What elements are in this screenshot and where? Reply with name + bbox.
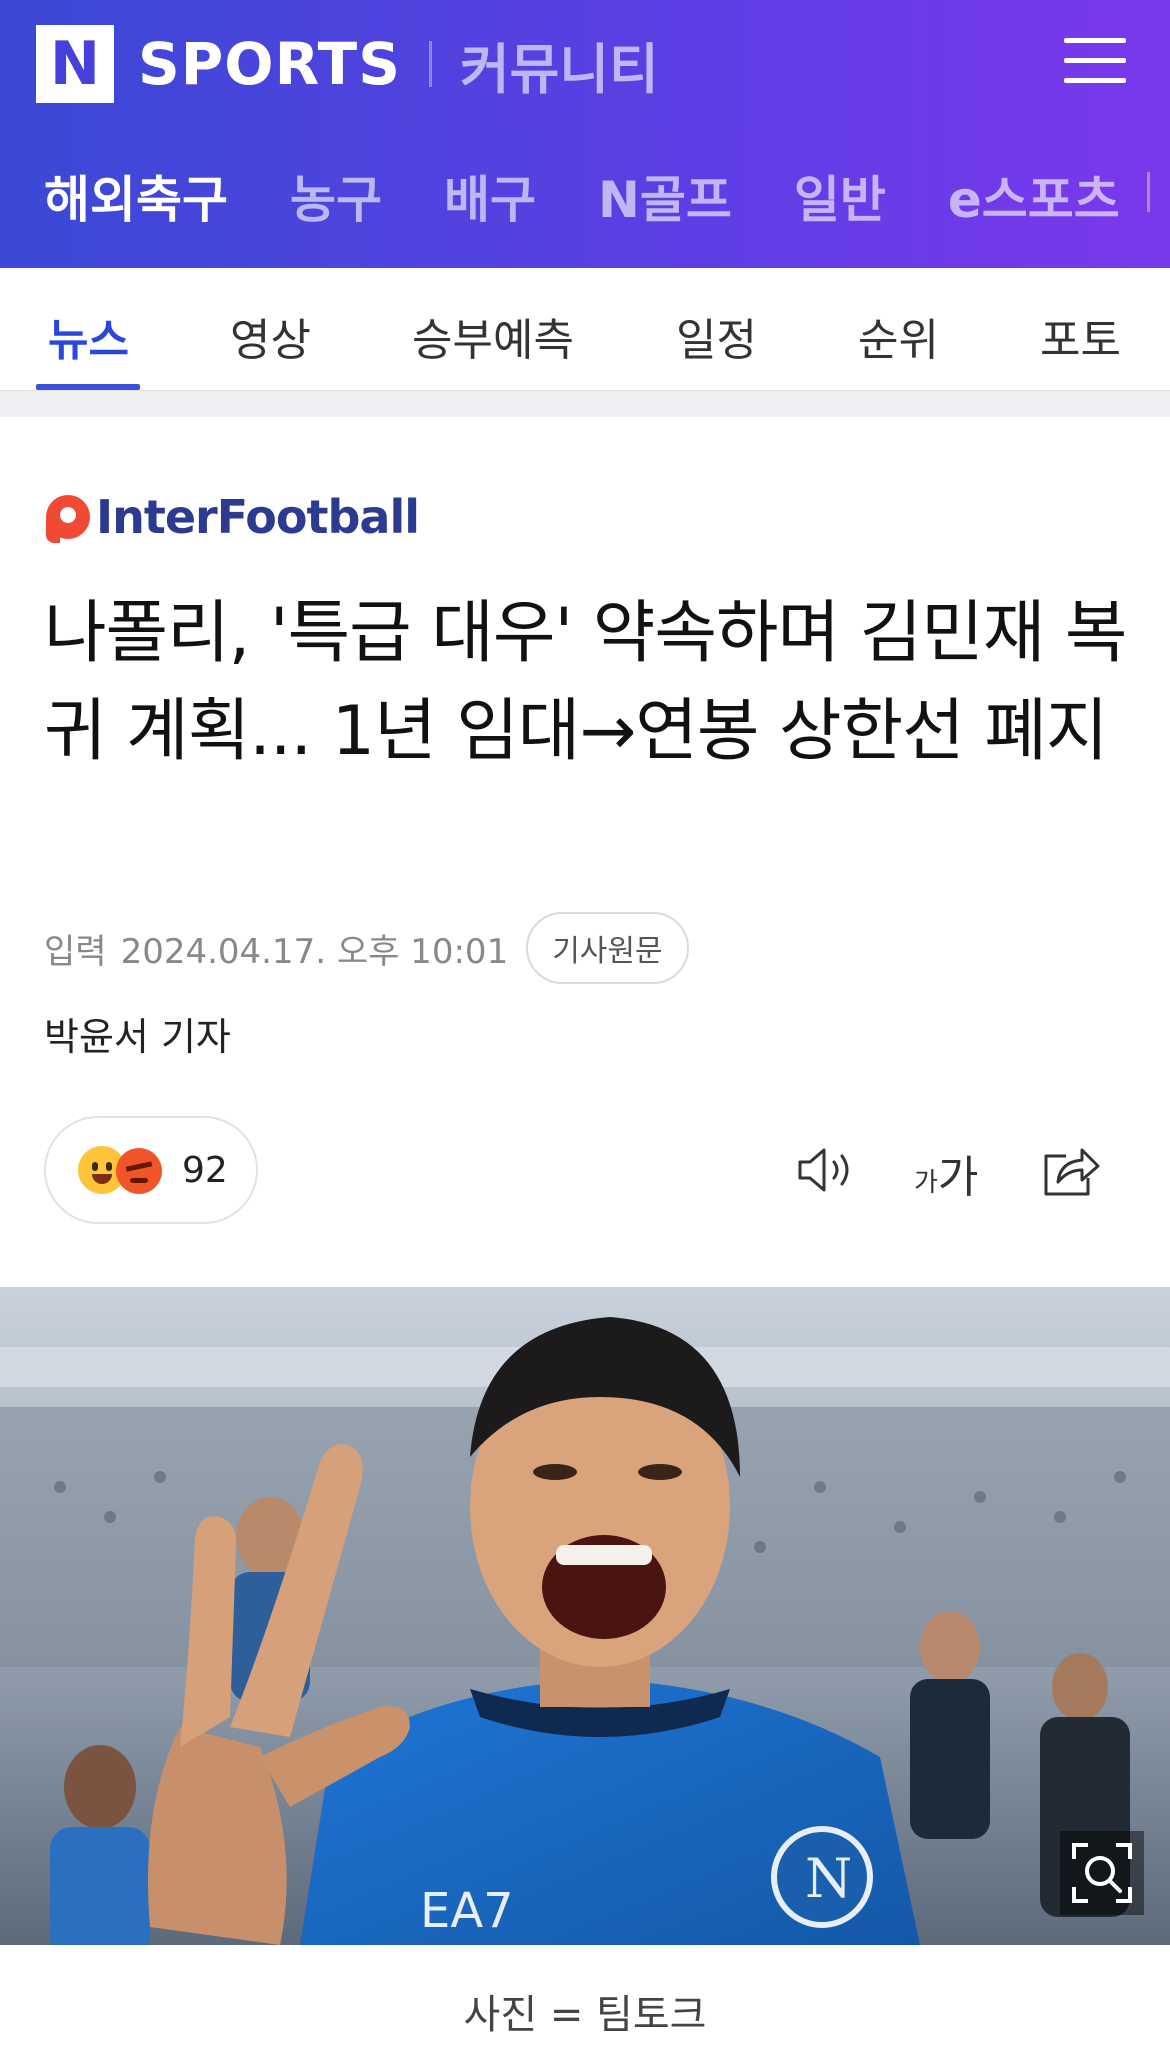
font-size-button[interactable]: 가 가 [914,1140,978,1200]
input-label: 입력 [44,931,107,972]
hamburger-menu-icon[interactable] [1064,38,1126,84]
category-overseas-football[interactable]: 해외축구 [44,160,228,232]
publisher-mark-icon [46,495,90,543]
tab-video[interactable]: 영상 [230,304,311,368]
font-size-large-glyph: 가 [937,1152,979,1203]
share-icon[interactable] [1036,1138,1106,1202]
category-nav: 해외축구 농구 배구 N골프 일반 e스포츠 [44,160,1120,232]
section-divider [0,391,1170,417]
reporter-name: 박윤서 기자 [44,1015,231,1059]
svg-text:N: N [805,1847,852,1910]
font-size-small-glyph: 가 [914,1168,938,1198]
article-photo[interactable]: N EA7 [0,1287,1170,1945]
reaction-count: 92 [182,1150,228,1191]
zoom-icon[interactable] [1060,1831,1144,1915]
reaction-button[interactable]: 92 [44,1116,258,1224]
top-header: N SPORTS 커뮤니티 해외축구 농구 배구 N골프 일반 e스포츠 [0,0,1170,268]
tab-schedule[interactable]: 일정 [676,304,757,368]
community-link[interactable]: 커뮤니티 [460,25,659,104]
brand-divider [428,41,432,87]
angry-emoji-icon [116,1148,162,1194]
tab-prediction[interactable]: 승부예측 [412,304,574,368]
sports-brand-text: SPORTS [138,30,401,98]
original-article-button[interactable]: 기사원문 [526,912,689,984]
category-n-golf[interactable]: N골프 [598,160,732,232]
category-volleyball[interactable]: 배구 [444,160,536,232]
svg-text:EA7: EA7 [420,1883,514,1939]
speaker-icon[interactable] [792,1138,862,1202]
tab-photo[interactable]: 포토 [1040,304,1121,368]
n-logo-icon: N [36,25,114,103]
publisher-logo[interactable]: InterFootball [46,490,420,544]
tab-standings[interactable]: 순위 [858,304,939,368]
category-basketball[interactable]: 농구 [290,160,382,232]
brand-logo[interactable]: N SPORTS 커뮤니티 [36,24,659,104]
tab-news[interactable]: 뉴스 [48,304,129,368]
photo-caption: 사진 = 팀토크 [463,1992,707,2038]
category-esports[interactable]: e스포츠 [948,160,1120,232]
publisher-name: InterFootball [96,490,420,544]
article-headline: 나폴리, '특급 대우' 약속하며 김민재 복귀 계획... 1년 임대→연봉 … [44,594,1127,771]
active-tab-indicator [36,384,140,390]
article-meta: 입력 2024.04.17. 오후 10:01 기사원문 [44,912,689,984]
publish-date: 2024.04.17. 오후 10:01 [120,931,509,972]
category-general[interactable]: 일반 [794,160,886,232]
sub-tabs: 뉴스 영상 승부예측 일정 순위 포토 [0,268,1170,391]
category-scroll-divider [1147,172,1150,212]
